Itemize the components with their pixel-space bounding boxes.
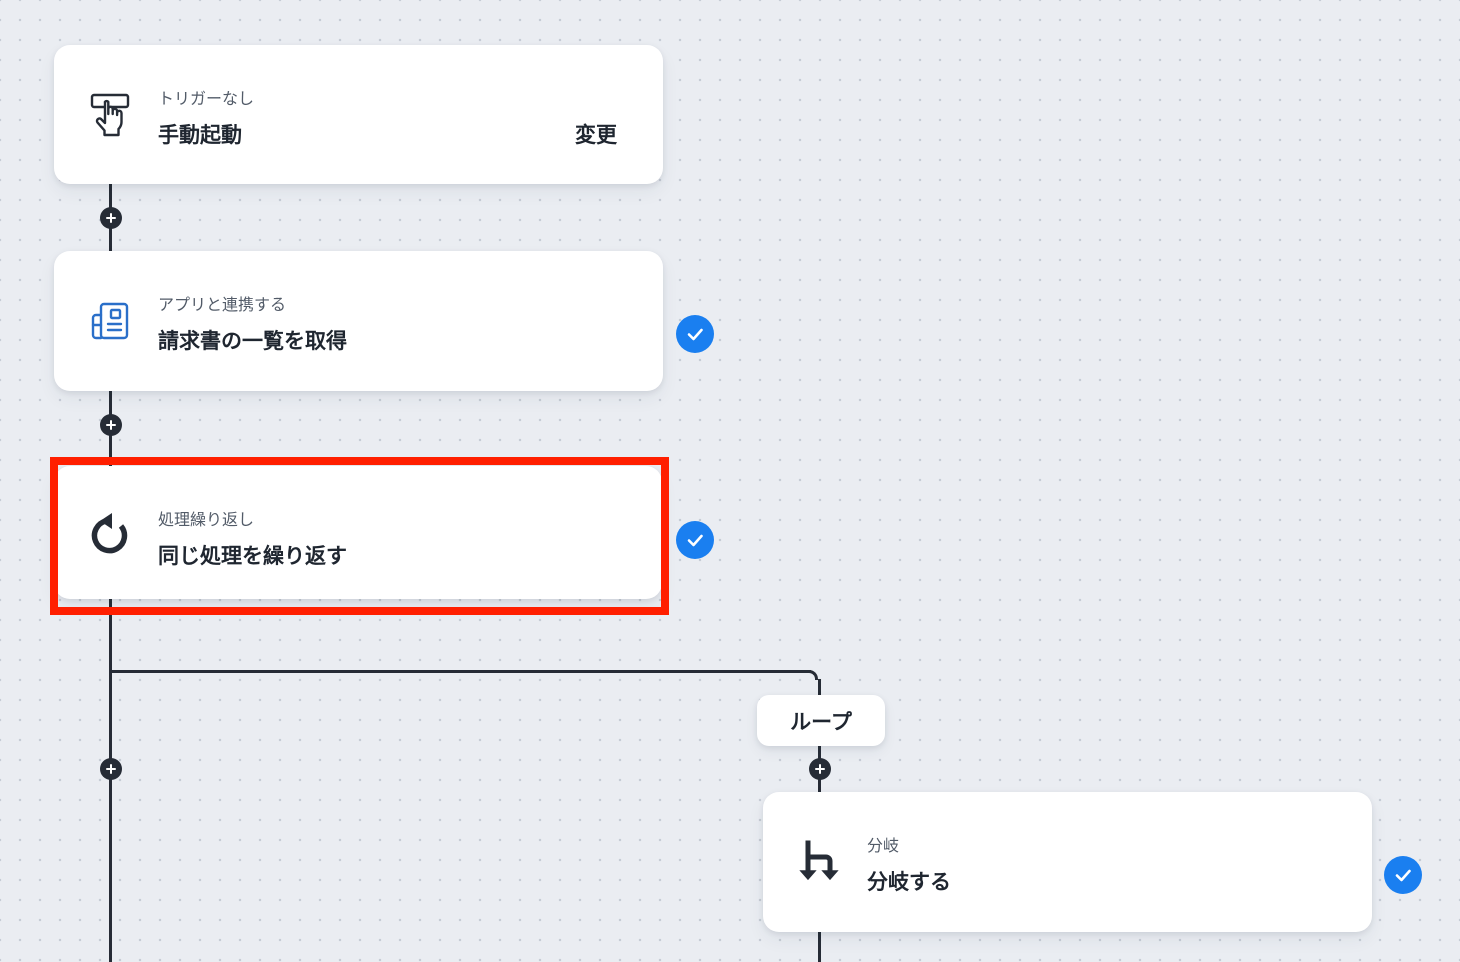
- change-trigger-button[interactable]: 変更: [575, 119, 617, 149]
- add-step-button[interactable]: [100, 207, 122, 229]
- loop-branch-corner: [808, 670, 818, 680]
- plus-icon: [106, 213, 116, 223]
- trigger-card[interactable]: トリガーなし 手動起動 変更: [54, 45, 663, 184]
- loop-label[interactable]: ループ: [757, 695, 885, 746]
- branch-arrows-icon: [797, 840, 841, 884]
- branch-step-subtitle: 分岐: [867, 836, 900, 855]
- loop-step-check-icon: [676, 521, 714, 559]
- branch-step-title: 分岐する: [867, 870, 951, 894]
- branch-step-card[interactable]: 分岐 分岐する: [763, 792, 1372, 932]
- trigger-subtitle: トリガーなし: [158, 89, 255, 108]
- app-step-check-icon: [676, 315, 714, 353]
- loop-step-title: 同じ処理を繰り返す: [158, 544, 347, 568]
- invoice-document-icon: [88, 299, 132, 343]
- app-step-subtitle: アプリと連携する: [158, 295, 287, 314]
- loop-arrow-icon: [88, 511, 132, 555]
- add-step-button[interactable]: [100, 414, 122, 436]
- app-step-title: 請求書の一覧を取得: [158, 329, 347, 353]
- loop-branch-line: [109, 670, 811, 673]
- plus-icon: [815, 764, 825, 774]
- add-loop-step-button[interactable]: [809, 758, 831, 780]
- branch-step-check-icon: [1384, 856, 1422, 894]
- plus-icon: [106, 420, 116, 430]
- trigger-title: 手動起動: [158, 123, 242, 147]
- hand-pointer-icon: [88, 93, 132, 137]
- app-step-card[interactable]: アプリと連携する 請求書の一覧を取得: [54, 251, 663, 391]
- loop-step-subtitle: 処理繰り返し: [158, 510, 255, 529]
- add-step-button[interactable]: [100, 758, 122, 780]
- loop-step-card[interactable]: 処理繰り返し 同じ処理を繰り返す: [54, 466, 662, 599]
- plus-icon: [106, 764, 116, 774]
